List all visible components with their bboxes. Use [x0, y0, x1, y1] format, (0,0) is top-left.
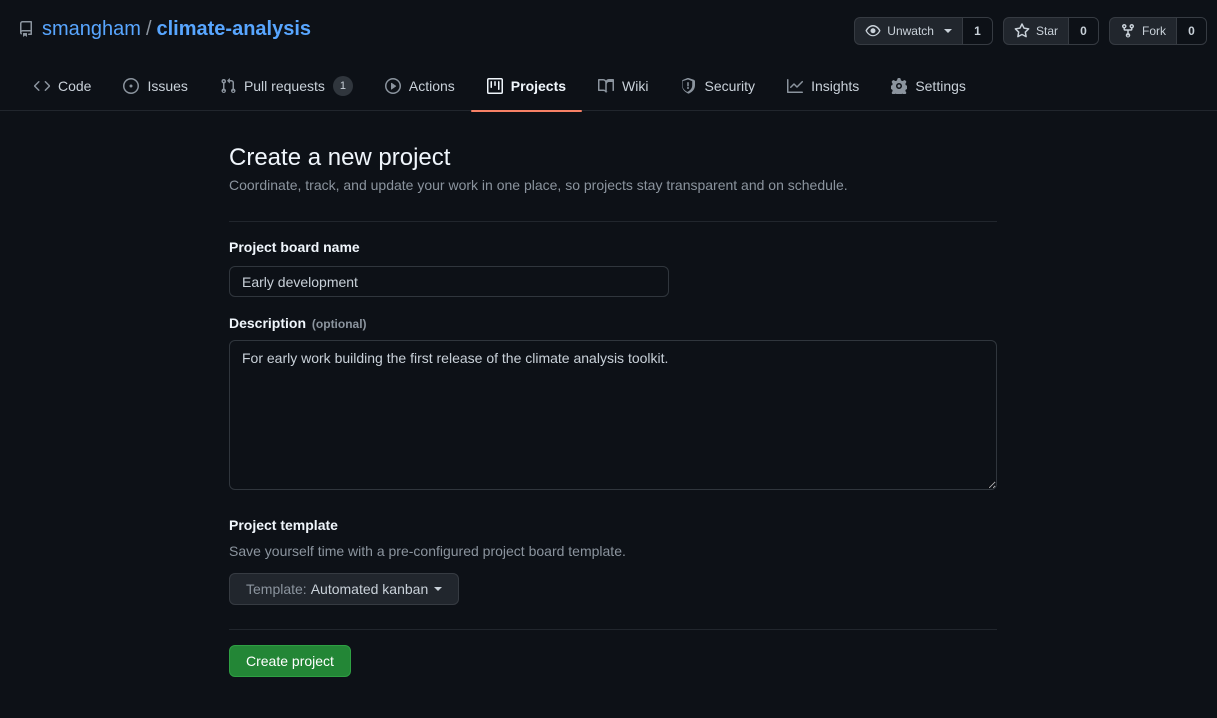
tab-issues[interactable]: Issues	[107, 60, 203, 111]
repo-header: smangham / climate-analysis Unwatch 1 St…	[0, 0, 1217, 112]
template-note: Save yourself time with a pre-configured…	[229, 543, 626, 559]
optional-tag: (optional)	[311, 317, 367, 331]
repo-name-link[interactable]: climate-analysis	[157, 18, 312, 41]
star-count[interactable]: 0	[1068, 18, 1098, 44]
project-template-label: Project template	[229, 516, 997, 534]
tab-projects[interactable]: Projects	[470, 60, 583, 112]
page-subtitle: Coordinate, track, and update your work …	[229, 177, 848, 193]
fork-count[interactable]: 0	[1176, 18, 1206, 44]
tab-label: Security	[704, 77, 756, 94]
project-name-label: Project board name	[229, 238, 997, 256]
watch-button-group: Unwatch 1	[854, 17, 993, 45]
tab-security[interactable]: Security	[664, 60, 771, 111]
gear-icon	[891, 77, 908, 94]
graph-icon	[787, 78, 804, 93]
tab-label: Pull requests	[243, 77, 325, 94]
fork-label: Fork	[1142, 24, 1166, 38]
tab-wiki[interactable]: Wiki	[582, 60, 664, 111]
project-name-input[interactable]	[229, 266, 669, 297]
play-icon	[384, 77, 401, 94]
tab-label: Wiki	[622, 77, 649, 94]
pull-request-icon	[221, 77, 236, 93]
repo-actions: Unwatch 1 Star 0 Fork 0	[854, 17, 1207, 45]
book-icon	[598, 78, 615, 93]
tab-settings[interactable]: Settings	[875, 60, 982, 111]
project-template-label-text: Project template	[229, 517, 338, 533]
tab-label: Issues	[147, 77, 188, 94]
project-icon	[486, 77, 503, 94]
issue-icon	[123, 77, 140, 94]
tab-insights[interactable]: Insights	[771, 60, 875, 111]
tab-label: Code	[58, 77, 92, 94]
watch-button[interactable]: Unwatch	[855, 18, 962, 44]
chevron-down-icon	[434, 587, 443, 591]
template-value: Automated kanban	[310, 581, 429, 597]
page-title: Create a new project	[229, 144, 451, 171]
watch-count[interactable]: 1	[961, 18, 992, 44]
fork-icon	[1122, 23, 1134, 38]
chevron-down-icon	[943, 29, 952, 33]
star-button[interactable]: Star	[1004, 18, 1068, 44]
repo-icon	[18, 21, 34, 37]
new-project-form: Create a new project Coordinate, track, …	[229, 140, 997, 677]
project-name-label-text: Project board name	[229, 239, 360, 255]
divider	[229, 629, 997, 630]
tab-label: Actions	[408, 77, 455, 94]
eye-icon	[865, 25, 881, 37]
repo-owner-link[interactable]: smangham	[42, 18, 141, 41]
tab-code[interactable]: Code	[18, 60, 107, 111]
shield-icon	[682, 77, 696, 94]
repo-nav-tabs: Code Issues Pull requests 1 Actions Proj…	[18, 60, 982, 112]
tab-label: Projects	[510, 77, 567, 94]
template-select-button[interactable]: Template: Automated kanban	[229, 573, 460, 605]
repo-title: smangham / climate-analysis	[18, 16, 311, 42]
tab-pull-requests[interactable]: Pull requests 1	[204, 60, 369, 111]
description-label-text: Description	[229, 315, 307, 331]
create-project-button[interactable]: Create project	[229, 645, 351, 677]
template-prefix: Template:	[246, 581, 307, 597]
description-label: Description (optional)	[229, 314, 997, 332]
star-icon	[1014, 23, 1030, 38]
tab-label: Insights	[811, 77, 860, 94]
tab-label: Settings	[915, 77, 966, 94]
fork-button[interactable]: Fork	[1110, 18, 1176, 44]
divider	[229, 221, 997, 222]
watch-label: Unwatch	[887, 24, 934, 38]
fork-button-group: Fork 0	[1109, 17, 1207, 45]
pull-requests-count-badge: 1	[332, 75, 353, 96]
code-icon	[34, 80, 50, 91]
star-button-group: Star 0	[1002, 17, 1099, 45]
tab-actions[interactable]: Actions	[369, 60, 471, 111]
star-label: Star	[1035, 24, 1058, 38]
description-textarea[interactable]: For early work building the first releas…	[229, 340, 997, 490]
repo-separator: /	[145, 17, 152, 40]
